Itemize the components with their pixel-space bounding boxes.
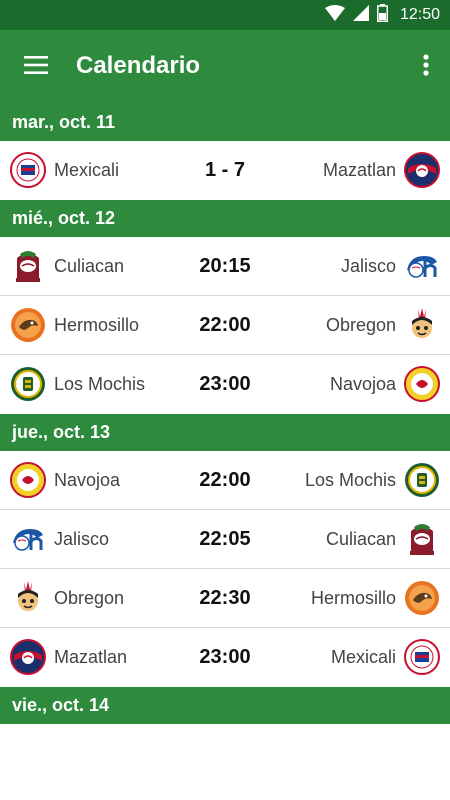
home-team-name: Mexicali [54, 159, 120, 180]
home-team: Jalisco [10, 510, 109, 568]
navojoa-logo [10, 462, 46, 498]
away-team: Jalisco [341, 237, 440, 295]
los-mochis-logo [10, 366, 46, 402]
status-icons: 12:50 [324, 3, 440, 27]
game-row[interactable]: Mexicali 1 - 7 Mazatlan [0, 141, 450, 200]
away-team: Culiacan [326, 510, 440, 568]
home-team-name: Mazatlan [54, 646, 128, 667]
home-team-name: Los Mochis [54, 373, 146, 394]
page-title: Calendario [76, 52, 201, 79]
game-row[interactable]: Obregon 22:30 Hermosillo [0, 569, 450, 628]
home-team-name: Hermosillo [54, 314, 140, 335]
navojoa-logo [404, 366, 440, 402]
day-header: mié., oct. 12 [0, 200, 450, 237]
away-team-name: Obregon [325, 314, 396, 335]
home-team: Navojoa [10, 451, 120, 509]
game-row[interactable]: Navojoa 22:00 Los Mochis [0, 451, 450, 510]
home-team: Mexicali [10, 141, 119, 199]
more-vert-icon [423, 53, 429, 81]
away-team: Mazatlan [323, 141, 440, 199]
home-team-name: Culiacan [54, 255, 125, 276]
day-header: mar., oct. 11 [0, 104, 450, 141]
mazatlan-logo [404, 152, 440, 188]
battery-icon [376, 3, 388, 27]
app-bar: Calendario [0, 30, 450, 104]
home-team: Hermosillo [10, 296, 139, 354]
away-team: Los Mochis [305, 451, 440, 509]
away-team-name: Culiacan [325, 528, 396, 549]
mazatlan-logo [10, 639, 46, 675]
mexicali-logo [404, 639, 440, 675]
wifi-icon [324, 4, 345, 26]
jalisco-logo [10, 521, 46, 557]
obregon-logo [404, 307, 440, 343]
cell-signal-icon [352, 4, 369, 26]
away-team-name: Navojoa [329, 373, 396, 394]
menu-button[interactable] [16, 47, 56, 87]
hermosillo-logo [404, 580, 440, 616]
overflow-menu-button[interactable] [414, 47, 438, 87]
day-header: vie., oct. 14 [0, 687, 450, 724]
culiacan-logo [404, 521, 440, 557]
away-team: Navojoa [330, 355, 440, 413]
day-header: jue., oct. 13 [0, 414, 450, 451]
home-team: Mazatlan [10, 628, 127, 686]
home-team: Obregon [10, 569, 124, 627]
jalisco-logo [404, 248, 440, 284]
hamburger-menu-icon [24, 55, 48, 79]
status-time: 12:50 [399, 6, 440, 23]
game-row[interactable]: Mazatlan 23:00 Mexicali [0, 628, 450, 687]
mexicali-logo [10, 152, 46, 188]
game-row[interactable]: Jalisco 22:05 Culiacan [0, 510, 450, 569]
away-team-name: Jalisco [340, 255, 396, 276]
away-team: Hermosillo [311, 569, 440, 627]
home-team: Los Mochis [10, 355, 145, 413]
home-team-name: Jalisco [54, 528, 110, 549]
home-team: Culiacan [10, 237, 124, 295]
away-team-name: Mexicali [330, 646, 396, 667]
away-team-name: Hermosillo [310, 587, 396, 608]
schedule-list[interactable]: mar., oct. 11 Mexicali 1 - 7 Mazatlan mié., … [0, 104, 450, 724]
game-row[interactable]: Culiacan 20:15 Jalisco [0, 237, 450, 296]
away-team: Mexicali [331, 628, 440, 686]
status-bar: 12:50 [0, 0, 450, 30]
away-team: Obregon [326, 296, 440, 354]
game-row[interactable]: Hermosillo 22:00 Obregon [0, 296, 450, 355]
hermosillo-logo [10, 307, 46, 343]
away-team-name: Los Mochis [304, 469, 396, 490]
away-team-name: Mazatlan [322, 159, 396, 180]
home-team-name: Navojoa [54, 469, 121, 490]
home-team-name: Obregon [54, 587, 125, 608]
obregon-logo [10, 580, 46, 616]
los-mochis-logo [404, 462, 440, 498]
culiacan-logo [10, 248, 46, 284]
game-row[interactable]: Los Mochis 23:00 Navojoa [0, 355, 450, 414]
